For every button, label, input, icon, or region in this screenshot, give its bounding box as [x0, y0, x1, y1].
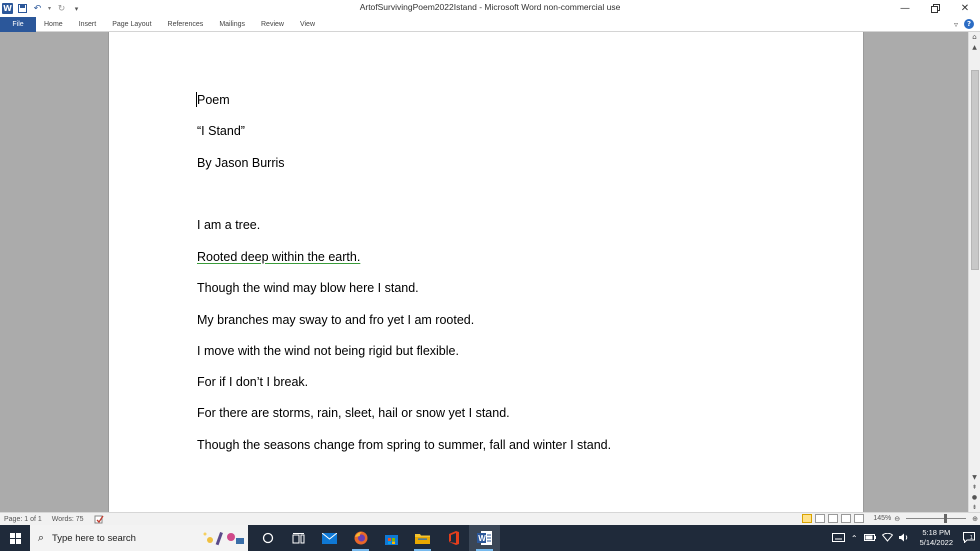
print-layout-view-icon[interactable]	[802, 514, 813, 523]
svg-text:1: 1	[970, 535, 973, 541]
status-left: Page: 1 of 1 Words: 75	[4, 515, 104, 524]
tab-insert[interactable]: Insert	[71, 17, 105, 32]
doc-line-author[interactable]: By Jason Burris	[197, 156, 285, 170]
tab-view[interactable]: View	[292, 17, 323, 32]
doc-line-heading[interactable]: Poem	[197, 93, 230, 107]
doc-line-verse[interactable]: Though the wind may blow here I stand.	[197, 281, 419, 295]
scroll-browse-buttons: ▼ ⇞ ● ⇟	[969, 472, 980, 512]
doc-line-verse[interactable]: I am a tree.	[197, 218, 260, 232]
search-placeholder: Type here to search	[52, 532, 136, 544]
ribbon: File Home Insert Page Layout References …	[0, 17, 980, 32]
zoom-out-icon[interactable]: ⊖	[894, 515, 900, 523]
page-count[interactable]: Page: 1 of 1	[4, 516, 42, 523]
next-page-icon[interactable]: ⇟	[969, 502, 980, 512]
window-title: ArtofSurvivingPoem2022Istand - Microsoft…	[359, 2, 621, 12]
document-page[interactable]: Poem “I Stand” By Jason Burris I am a tr…	[108, 32, 864, 512]
ruler-toggle-icon[interactable]: ⌂	[969, 32, 980, 42]
clock-time: 5:18 PM	[922, 528, 951, 537]
word-count[interactable]: Words: 75	[52, 516, 84, 523]
search-icon: ⌕	[37, 531, 45, 544]
proofing-icon[interactable]	[94, 515, 104, 524]
word-window: W ↶ ▾ ↻ ▾ ArtofSurvivingPoem2022Istand -…	[0, 0, 980, 551]
word-taskbar-icon[interactable]: W	[469, 525, 500, 551]
clock-date: 5/14/2022	[919, 538, 953, 547]
file-explorer-icon[interactable]	[407, 525, 438, 551]
taskbar-clock[interactable]: 5:18 PM 5/14/2022	[916, 528, 957, 548]
vertical-scrollbar[interactable]: ⌂ ▲ ▼ ⇞ ● ⇟	[968, 32, 980, 512]
doc-line-verse[interactable]: My branches may sway to and fro yet I am…	[197, 313, 474, 327]
restore-button[interactable]	[920, 0, 950, 17]
tab-home[interactable]: Home	[36, 17, 71, 32]
windows-logo-icon	[9, 532, 21, 544]
help-icon[interactable]: ?	[964, 19, 974, 29]
minimize-button[interactable]: —	[890, 0, 920, 17]
doc-line-verse[interactable]: For if I don’t I break.	[197, 375, 308, 389]
volume-icon[interactable]	[898, 533, 910, 544]
system-tray: ⌃ 5:18 PM 5/14/2022 1	[831, 525, 980, 551]
taskbar-pinned-apps: W	[252, 525, 500, 551]
status-right: 145% ⊖ ⊕	[802, 514, 978, 523]
windows-taskbar: ⌕ Type here to search W ⌃ 5:18 PM 5/14/2…	[0, 525, 980, 551]
doc-line-verse[interactable]: I move with the wind not being rigid but…	[197, 344, 459, 358]
keyboard-touch-icon[interactable]	[831, 532, 845, 544]
scroll-down-icon[interactable]: ▼	[969, 472, 980, 482]
tab-review[interactable]: Review	[253, 17, 292, 32]
zoom-in-icon[interactable]: ⊕	[972, 515, 978, 523]
scroll-up-icon[interactable]: ▲	[969, 42, 980, 52]
cortana-icon[interactable]	[252, 525, 283, 551]
start-button[interactable]	[0, 525, 30, 551]
scrollbar-thumb[interactable]	[971, 70, 979, 270]
firefox-icon[interactable]	[345, 525, 376, 551]
tab-references[interactable]: References	[160, 17, 212, 32]
ribbon-tabs: File Home Insert Page Layout References …	[0, 17, 980, 32]
window-controls: — ✕	[890, 0, 980, 17]
ribbon-right-controls: ▿ ?	[954, 19, 974, 29]
doc-line-verse-grammar-flagged[interactable]: Rooted deep within the earth.	[197, 250, 360, 264]
zoom-slider-knob[interactable]	[944, 514, 948, 523]
draft-view-icon[interactable]	[854, 514, 865, 523]
svg-text:W: W	[478, 534, 486, 543]
doc-line-verse[interactable]: For there are storms, rain, sleet, hail …	[197, 406, 510, 420]
battery-icon[interactable]	[863, 533, 876, 543]
full-screen-reading-icon[interactable]	[815, 514, 826, 523]
document-area[interactable]: Poem “I Stand” By Jason Burris I am a tr…	[0, 32, 968, 512]
close-button[interactable]: ✕	[950, 0, 980, 17]
doc-line-verse[interactable]: Though the seasons change from spring to…	[197, 438, 611, 452]
status-bar: Page: 1 of 1 Words: 75 145% ⊖ ⊕	[0, 512, 980, 525]
tab-mailings[interactable]: Mailings	[211, 17, 253, 32]
tab-file[interactable]: File	[0, 17, 36, 32]
browse-object-icon[interactable]: ●	[969, 492, 980, 502]
expand-ribbon-icon[interactable]: ▿	[954, 20, 958, 29]
search-highlight-illustration-icon	[203, 532, 244, 546]
notifications-icon[interactable]: 1	[963, 531, 980, 545]
show-hidden-icons-icon[interactable]: ⌃	[851, 534, 858, 543]
office-icon[interactable]	[438, 525, 469, 551]
previous-page-icon[interactable]: ⇞	[969, 482, 980, 492]
mail-icon[interactable]	[314, 525, 345, 551]
outline-view-icon[interactable]	[841, 514, 852, 523]
zoom-level[interactable]: 145%	[873, 515, 891, 522]
taskbar-search-box[interactable]: ⌕ Type here to search	[30, 525, 248, 551]
title-bar: W ↶ ▾ ↻ ▾ ArtofSurvivingPoem2022Istand -…	[0, 0, 980, 17]
doc-line-title[interactable]: “I Stand”	[197, 124, 245, 138]
microsoft-store-icon[interactable]	[376, 525, 407, 551]
task-view-icon[interactable]	[283, 525, 314, 551]
web-layout-icon[interactable]	[828, 514, 839, 523]
zoom-slider[interactable]	[906, 514, 967, 523]
wifi-icon[interactable]	[881, 532, 893, 544]
tab-page-layout[interactable]: Page Layout	[104, 17, 159, 32]
